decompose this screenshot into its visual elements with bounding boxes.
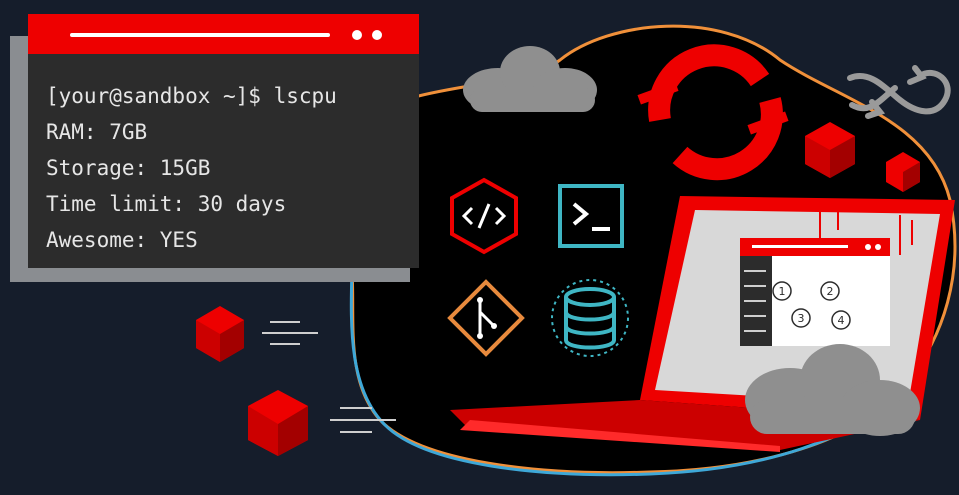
terminal-output: [your@sandbox ~]$ lscpu RAM: 7GB Storage… xyxy=(46,78,337,258)
step-label: 1 xyxy=(779,285,786,298)
cube-icon xyxy=(196,306,244,362)
laptop-screen-window xyxy=(740,238,890,346)
window-dot-icon xyxy=(352,30,362,40)
terminal-window: [your@sandbox ~]$ lscpu RAM: 7GB Storage… xyxy=(28,14,419,268)
motion-lines xyxy=(262,321,318,345)
terminal-line-awesome: Awesome: YES xyxy=(46,228,198,252)
terminal-title-bar xyxy=(28,14,419,54)
cube-icon xyxy=(248,390,308,456)
terminal-line-ram: RAM: 7GB xyxy=(46,120,148,144)
step-label: 3 xyxy=(798,312,805,325)
infinity-arrows-icon xyxy=(847,65,951,119)
illustration: 1 2 3 4 [your@sandbox ~]$ lscpu RAM: 7GB… xyxy=(0,0,959,495)
step-label: 2 xyxy=(827,285,834,298)
step-label: 4 xyxy=(838,314,845,327)
terminal-title-line xyxy=(70,33,330,37)
window-dot-icon xyxy=(372,30,382,40)
terminal-line-time-limit: Time limit: 30 days xyxy=(46,192,287,216)
terminal-line-storage: Storage: 15GB xyxy=(46,156,211,180)
terminal-command: [your@sandbox ~]$ lscpu xyxy=(46,84,337,108)
